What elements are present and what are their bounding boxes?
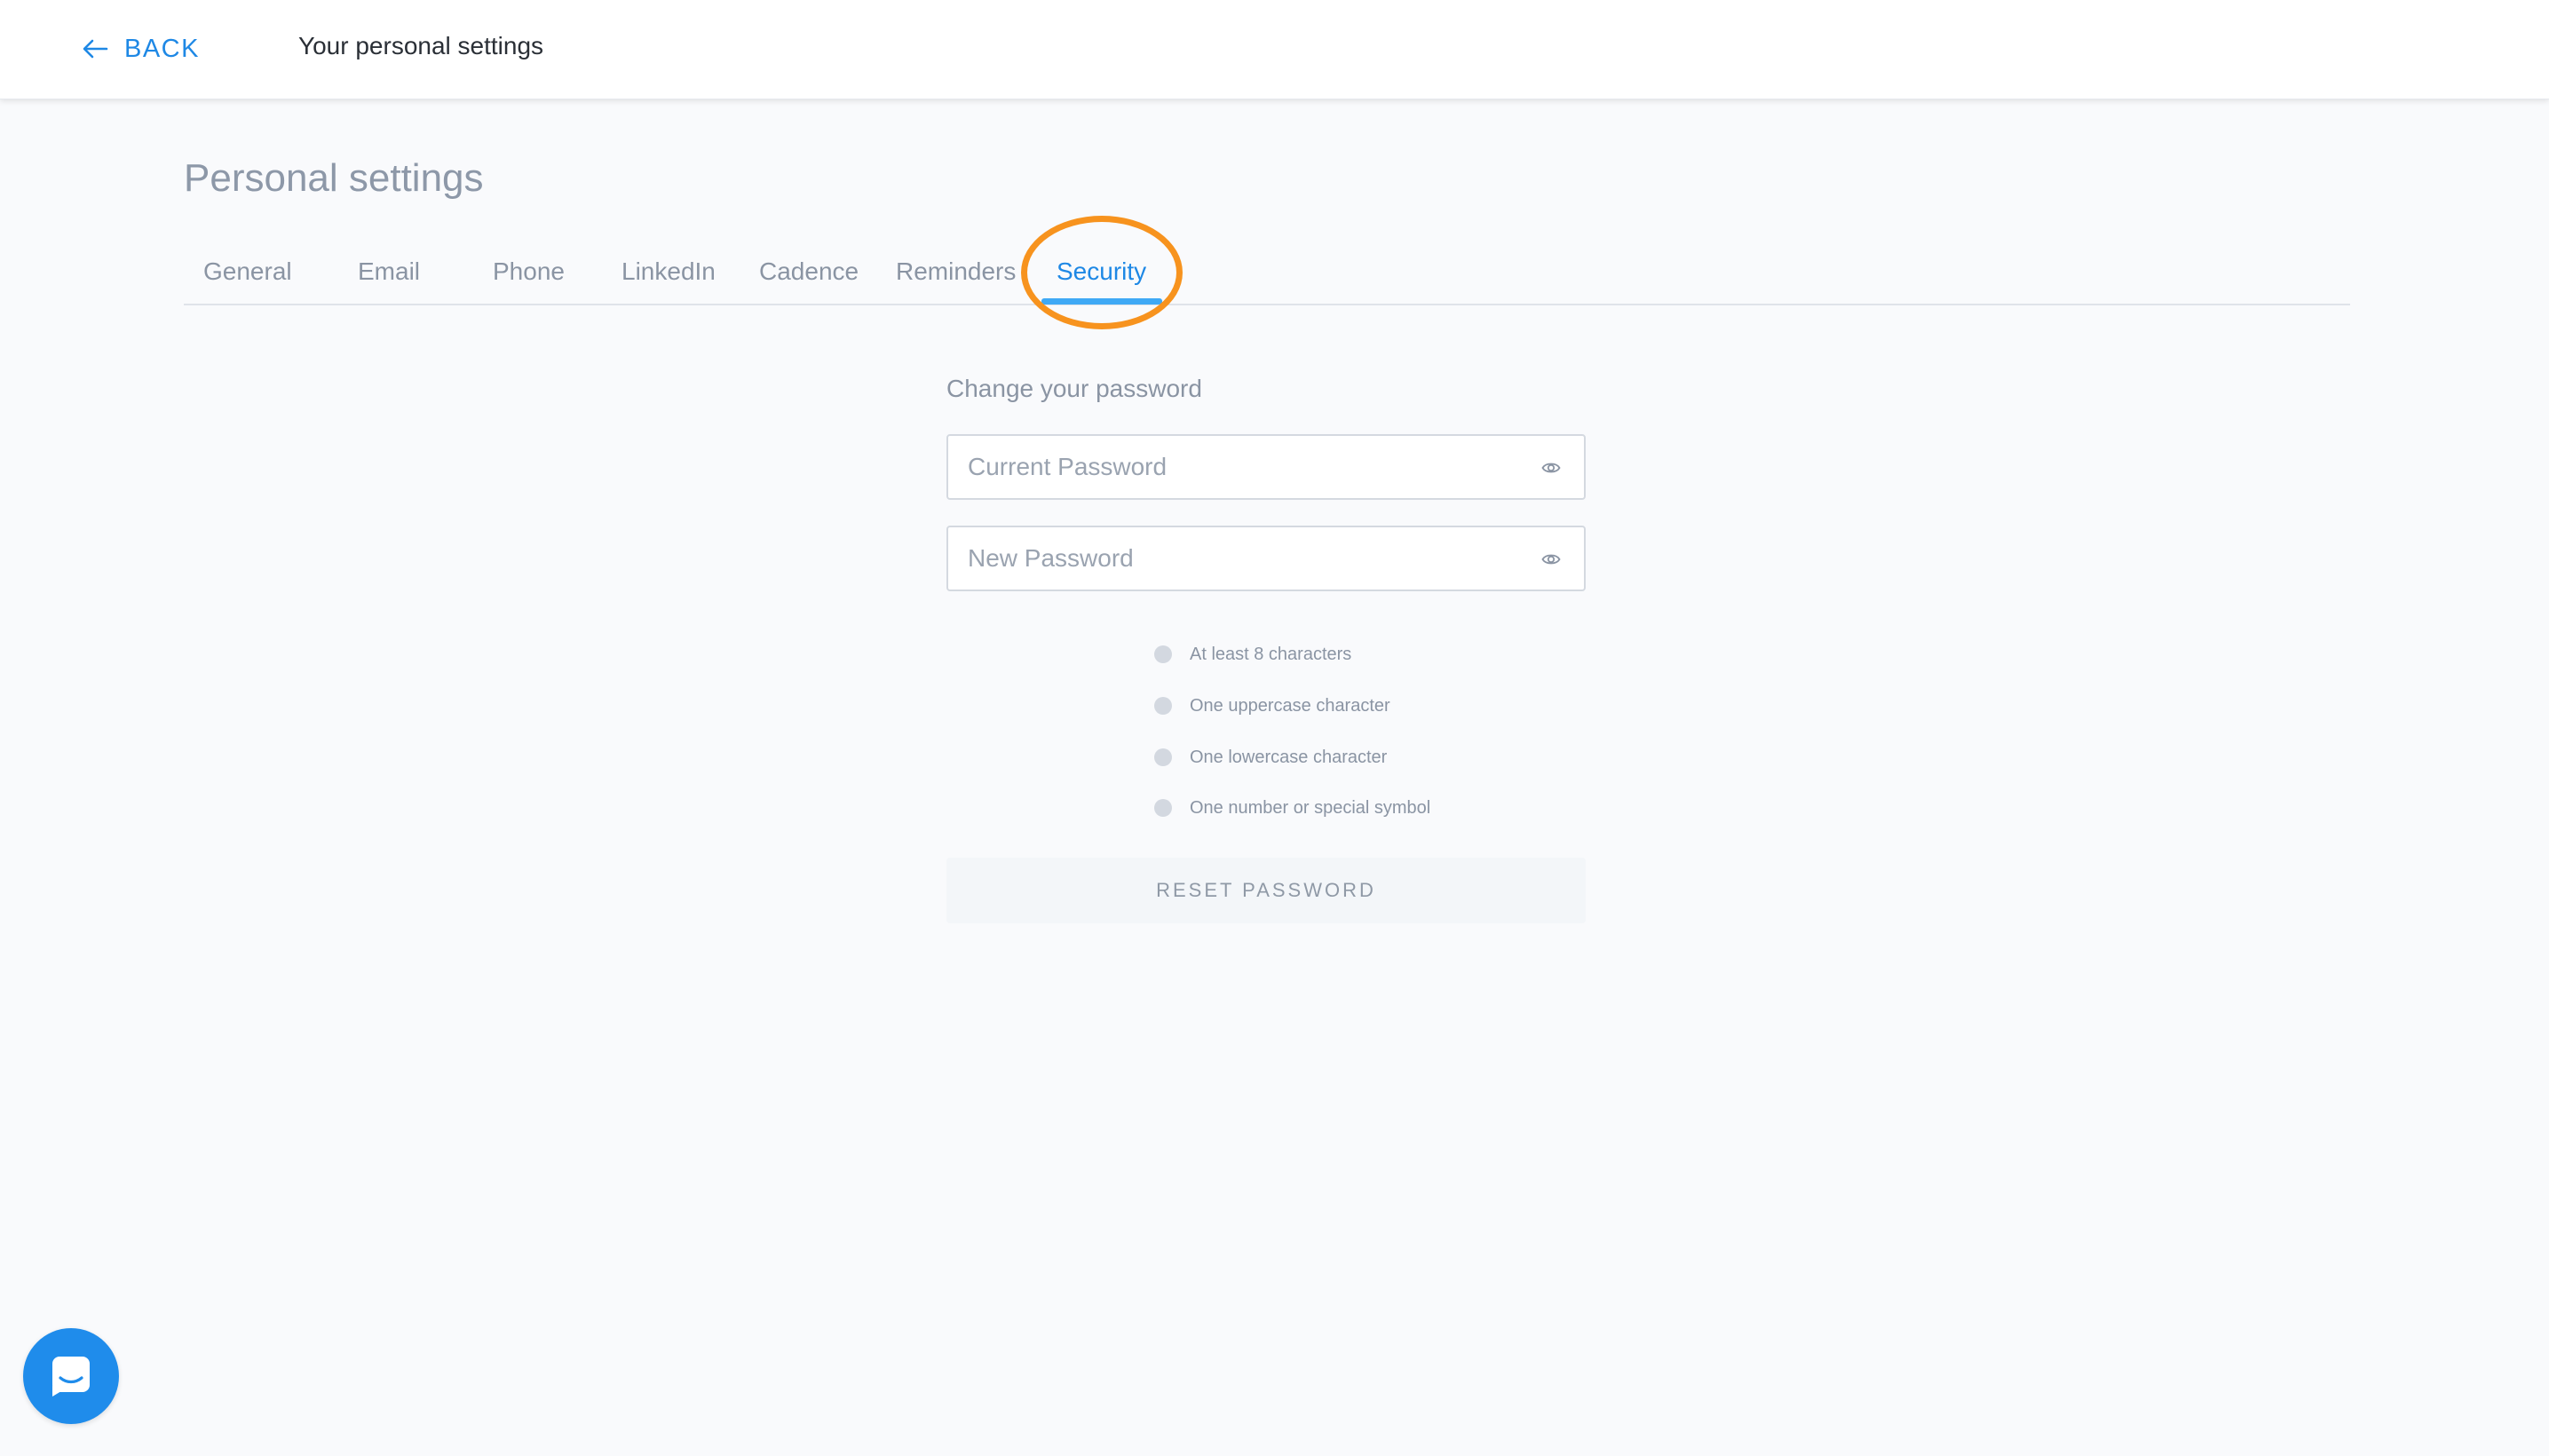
chat-messenger-icon xyxy=(52,1357,90,1397)
tab-reminders[interactable]: Reminders xyxy=(896,257,1016,304)
requirement-item: One uppercase character xyxy=(1154,692,1509,719)
header-title: Your personal settings xyxy=(298,32,544,59)
eye-icon[interactable] xyxy=(1541,550,1561,568)
current-password-input[interactable] xyxy=(948,436,1516,498)
tab-security[interactable]: Security xyxy=(1057,257,1146,304)
requirement-status-dot xyxy=(1154,645,1172,663)
tab-general[interactable]: General xyxy=(203,257,292,304)
top-bar: BACK Your personal settings xyxy=(0,0,2549,99)
requirement-status-dot xyxy=(1154,799,1172,817)
requirement-status-dot xyxy=(1154,697,1172,715)
tab-linkedin[interactable]: LinkedIn xyxy=(621,257,716,304)
requirement-text: One lowercase character xyxy=(1190,747,1388,767)
page-title: Personal settings xyxy=(184,156,484,200)
new-password-field xyxy=(946,526,1586,591)
active-tab-indicator xyxy=(1041,298,1162,305)
requirement-text: One number or special symbol xyxy=(1190,797,1431,818)
settings-tabs: General Email Phone LinkedIn Cadence Rem… xyxy=(184,249,2350,305)
current-password-field xyxy=(946,434,1586,500)
tab-email[interactable]: Email xyxy=(358,257,420,304)
new-password-input[interactable] xyxy=(948,527,1516,590)
requirement-item: At least 8 characters xyxy=(1154,641,1509,668)
back-label: BACK xyxy=(124,34,200,63)
change-password-label: Change your password xyxy=(946,375,1202,402)
reset-password-button[interactable]: RESET PASSWORD xyxy=(946,858,1586,923)
arrow-left-icon xyxy=(83,39,108,59)
requirement-text: At least 8 characters xyxy=(1190,644,1352,664)
tab-phone[interactable]: Phone xyxy=(493,257,565,304)
requirement-text: One uppercase character xyxy=(1190,695,1390,716)
tab-cadence[interactable]: Cadence xyxy=(759,257,859,304)
back-button[interactable]: BACK xyxy=(82,30,200,67)
requirement-status-dot xyxy=(1154,748,1172,766)
requirement-item: One number or special symbol xyxy=(1154,795,1509,821)
requirement-item: One lowercase character xyxy=(1154,744,1509,771)
eye-icon[interactable] xyxy=(1541,459,1561,477)
chat-launcher-button[interactable] xyxy=(23,1328,119,1424)
